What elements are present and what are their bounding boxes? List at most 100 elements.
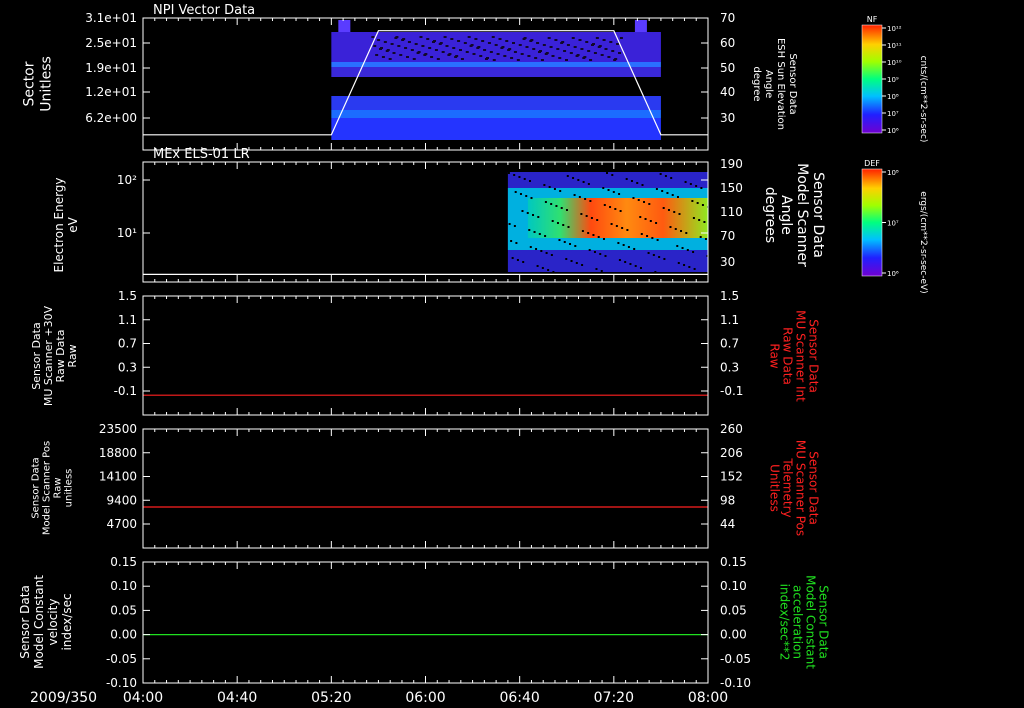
- els-heatmap-speckle: [636, 182, 639, 184]
- els-heatmap-speckle: [590, 217, 593, 219]
- els-heatmap-speckle: [646, 235, 649, 237]
- els-heatmap-speckle: [541, 267, 544, 269]
- left-tick-label: 6.2e+00: [85, 111, 137, 125]
- npi-heatmap-speckle: [443, 36, 447, 38]
- els-heatmap-speckle: [560, 207, 563, 209]
- npi-heatmap-speckle: [436, 58, 440, 60]
- els-heatmap-speckle: [618, 193, 621, 195]
- left-tick-label: 2.5e+01: [85, 36, 137, 50]
- x-tick-label: 04:00: [123, 690, 163, 706]
- els-heatmap-speckle: [603, 204, 606, 206]
- npi-heatmap-speckle: [602, 39, 606, 41]
- colorbar-tick-label: 10⁷: [887, 220, 899, 228]
- npi-heatmap-speckle: [428, 47, 432, 49]
- npi-heatmap-speckle: [404, 47, 408, 49]
- left-axis-label: eV: [66, 216, 80, 232]
- els-heatmap-speckle: [577, 179, 580, 181]
- els-heatmap-speckle: [611, 174, 614, 176]
- els-heatmap-speckle: [551, 220, 554, 222]
- left-axis-label: Raw: [66, 344, 79, 367]
- colorbar-tick-label: 10⁸: [887, 93, 899, 101]
- els-heatmap-speckle: [632, 197, 635, 199]
- npi-heatmap-speckle: [616, 43, 620, 45]
- right-tick-label: 206: [720, 446, 743, 460]
- els-heatmap-speckle: [676, 245, 679, 247]
- npi-heatmap-speckle: [510, 57, 514, 59]
- els-heatmap-speckle: [655, 222, 658, 224]
- els-heatmap-speckle: [619, 210, 622, 212]
- els-heatmap-speckle: [683, 264, 686, 266]
- npi-heatmap-speckle: [379, 48, 382, 50]
- npi-heatmap-speckle: [407, 41, 411, 43]
- chart-figure: 3.1e+01 2.5e+01 1.9e+01 1.2e+01 6.2e+00 70 60 5…: [18, 3, 928, 706]
- els-heatmap-speckle: [695, 185, 698, 187]
- npi-heatmap-speckle: [582, 57, 586, 59]
- els-heatmap-speckle: [704, 238, 707, 240]
- els-heatmap-speckle: [641, 184, 644, 186]
- npi-heatmap-speckle: [401, 39, 405, 41]
- npi-heatmap-spot: [634, 20, 647, 32]
- left-tick-label: 4700: [106, 517, 137, 531]
- npi-heatmap-speckle: [489, 51, 493, 53]
- npi-heatmap-speckle: [498, 38, 502, 40]
- els-heatmap-speckle: [621, 227, 624, 229]
- npi-heatmap-speckle: [430, 56, 434, 58]
- npi-heatmap-speckle: [613, 59, 617, 61]
- right-axis-label: index/sec**2: [778, 584, 792, 661]
- npi-heatmap-speckle: [421, 45, 425, 47]
- npi-heatmap-speckle: [496, 53, 500, 55]
- els-heatmap-speckle: [643, 201, 646, 203]
- els-heatmap-speckle: [612, 191, 615, 193]
- right-axis-label: degrees: [762, 187, 778, 243]
- left-tick-label: 14100: [99, 470, 137, 484]
- npi-heatmap-speckle: [587, 50, 591, 52]
- els-heatmap-speckle: [626, 229, 629, 231]
- npi-heatmap-speckle: [569, 52, 573, 54]
- els-heatmap-speckle: [637, 199, 640, 201]
- npi-heatmap-spot: [338, 20, 351, 32]
- right-tick-label: 30: [720, 111, 735, 125]
- els-heatmap-speckle: [533, 231, 536, 233]
- els-heatmap-speckle: [593, 251, 596, 253]
- right-tick-label: -0.1: [720, 384, 743, 398]
- npi-heatmap-speckle: [589, 59, 593, 61]
- npi-heatmap-speckle: [371, 36, 375, 38]
- colorbar-tick-label: 10⁶: [887, 127, 899, 135]
- els-heatmap-speckle: [627, 246, 630, 248]
- els-heatmap-speckle: [659, 173, 662, 175]
- left-axis-label: Unitless: [39, 56, 55, 112]
- els-heatmap-speckle: [585, 215, 588, 217]
- right-tick-label: 152: [720, 470, 743, 484]
- colorbar-tick-label: 10⁹: [887, 76, 899, 84]
- els-heatmap-speckle: [537, 216, 540, 218]
- npi-heatmap-speckle: [479, 55, 483, 57]
- npi-heatmap-speckle: [575, 55, 579, 57]
- els-heatmap-speckle: [572, 177, 575, 179]
- els-heatmap-speckle: [655, 188, 658, 190]
- left-tick-label: 9400: [106, 493, 137, 507]
- els-heatmap-speckle: [584, 198, 587, 200]
- els-heatmap-speckle: [610, 223, 613, 225]
- left-tick-label: -0.05: [106, 652, 137, 666]
- plot-frame: [142, 561, 709, 684]
- right-tick-label: 70: [720, 11, 735, 25]
- els-heatmap-speckle: [570, 260, 573, 262]
- els-heatmap-speckle: [574, 245, 577, 247]
- els-heatmap-speckle: [649, 220, 652, 222]
- els-heatmap-speckle: [652, 254, 655, 256]
- npi-heatmap-speckle: [513, 51, 517, 53]
- npi-heatmap-speckle: [600, 54, 604, 56]
- npi-heatmap-speckle: [390, 43, 394, 45]
- els-heatmap-speckle: [562, 224, 565, 226]
- npi-heatmap-speckle: [593, 52, 597, 54]
- right-axis-label: MU Scanner Int: [794, 310, 808, 402]
- npi-heatmap-speckle: [467, 36, 471, 38]
- npi-heatmap-speckle: [432, 41, 435, 43]
- npi-heatmap-speckle: [472, 53, 476, 55]
- npi-heatmap-speckle: [597, 46, 601, 48]
- left-axis-label: Sensor Data: [31, 457, 42, 518]
- els-heatmap-speckle: [528, 180, 531, 182]
- left-tick-label: 1.1: [118, 313, 137, 327]
- npi-heatmap-speckle: [591, 44, 594, 46]
- x-tick-label: 06:40: [499, 690, 539, 706]
